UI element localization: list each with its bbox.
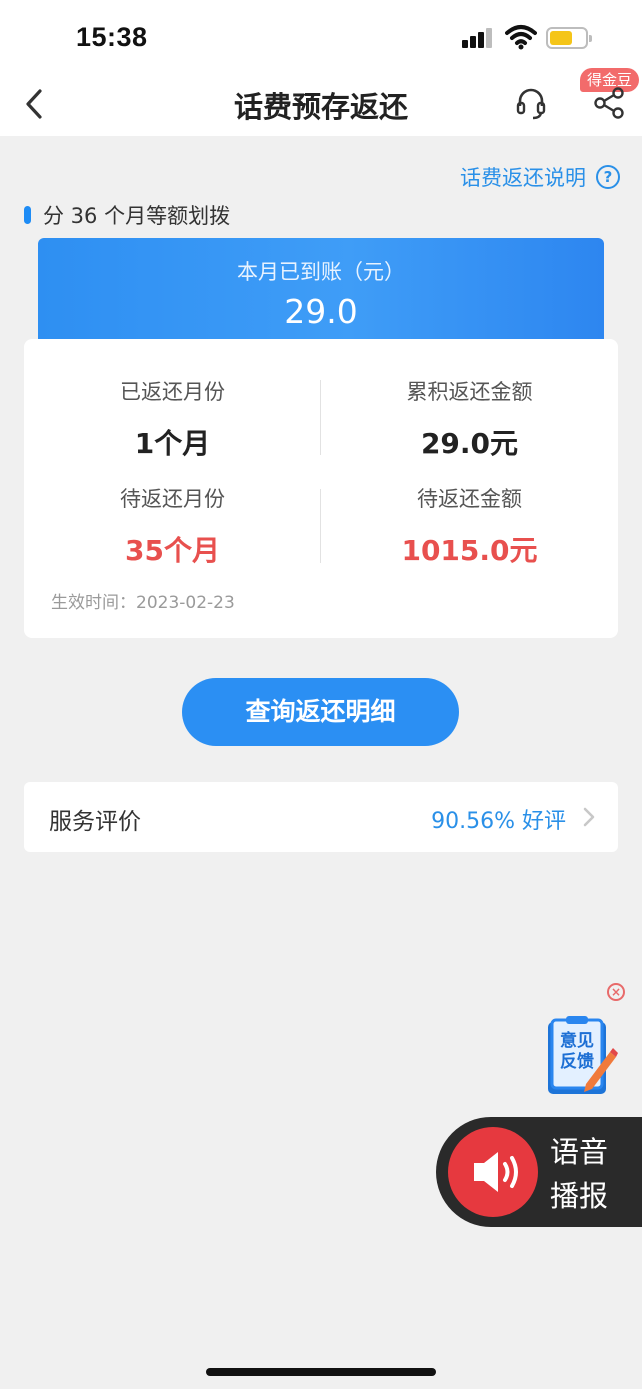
feedback-button[interactable]: 意见 反馈 [546,1016,618,1096]
pending-months-cell: 待返还月份 35个月 [24,483,321,569]
close-feedback-icon[interactable]: × [607,983,625,1001]
returned-months-label: 已返还月份 [120,380,225,404]
pending-months-value: 35个月 [125,534,220,567]
effective-time: 生效时间：2023-02-23 [51,593,235,613]
section-header: 分 36 个月等额划拨 [24,202,230,228]
voice-circle [448,1127,538,1217]
pending-months-label: 待返还月份 [120,487,225,511]
refund-stats-card: 已返还月份 1个月 累积返还金额 29.0元 待返还月份 35个月 待返还金额 … [24,339,618,638]
monthly-credited-value: 29.0 [284,292,358,331]
voice-broadcast-button[interactable]: 语音 播报 [436,1117,642,1227]
nav-bar: 话费预存返还 得金豆 [0,68,642,136]
cellular-signal-icon [462,28,494,48]
accumulated-amount-cell: 累积返还金额 29.0元 [321,376,618,462]
share-icon[interactable] [593,86,625,120]
pending-amount-value: 1015.0元 [401,534,538,567]
feedback-label-line1: 意见 [560,1030,594,1051]
help-icon: ? [596,165,620,189]
chevron-right-icon [583,807,595,827]
section-accent-bar [24,206,31,224]
speaker-icon [474,1152,518,1192]
status-time: 15:38 [76,22,148,52]
accumulated-amount-value: 29.0元 [420,427,519,460]
pending-amount-cell: 待返还金额 1015.0元 [321,483,618,569]
wifi-icon [505,25,537,50]
home-indicator [206,1368,436,1376]
feedback-label-line2: 反馈 [560,1051,594,1072]
stats-divider [320,489,321,563]
status-bar: 15:38 [0,0,642,72]
returned-months-value: 1个月 [134,427,211,460]
accumulated-amount-label: 累积返还金额 [406,380,533,404]
headset-icon[interactable] [515,86,547,122]
voice-label-line1: 语音 [550,1135,609,1169]
pending-amount-label: 待返还金额 [417,487,522,511]
refund-explanation-link[interactable]: 话费返还说明 ? [460,162,620,192]
voice-label-line2: 播报 [550,1179,609,1213]
monthly-credited-label: 本月已到账（元） [237,260,405,284]
section-title: 分 36 个月等额划拨 [43,204,231,228]
service-rating-value: 90.56% 好评 [431,809,566,834]
battery-icon [546,27,592,49]
returned-months-cell: 已返还月份 1个月 [24,376,321,462]
query-refund-details-button[interactable]: 查询返还明细 [182,678,459,746]
refund-explanation-label: 话费返还说明 [460,166,586,190]
page: 15:38 话费预存返还 得金豆 话费返还说明 ? 分 36 个月等额划拨 本月… [0,0,642,1389]
monthly-credited-banner: 本月已到账（元） 29.0 [38,238,604,354]
service-rating-label: 服务评价 [49,809,141,835]
stats-divider [320,380,321,455]
service-rating-row[interactable]: 服务评价 90.56% 好评 [24,782,618,852]
